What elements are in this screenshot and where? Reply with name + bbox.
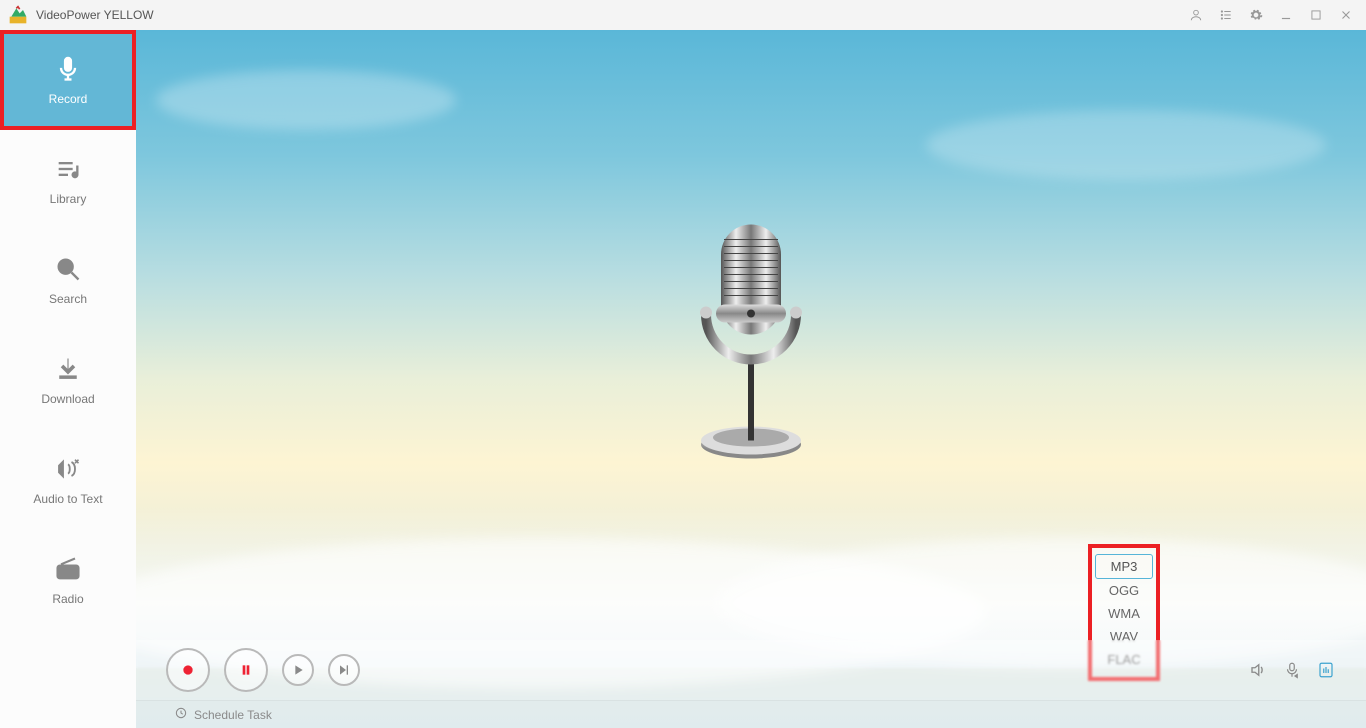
gear-icon[interactable] (1244, 3, 1268, 27)
close-icon[interactable] (1334, 3, 1358, 27)
sidebar-item-audio-to-text[interactable]: Audio to Text (0, 430, 136, 530)
microphone-illustration (666, 205, 836, 470)
account-icon[interactable] (1184, 3, 1208, 27)
radio-icon (53, 554, 83, 584)
sidebar: Record Library Search Download (0, 30, 136, 728)
minimize-icon[interactable] (1274, 3, 1298, 27)
sidebar-item-radio[interactable]: Radio (0, 530, 136, 630)
app-title: VideoPower YELLOW (36, 8, 154, 22)
control-bar (136, 640, 1366, 700)
microphone-icon (53, 54, 83, 84)
format-settings-icon[interactable] (1316, 660, 1336, 680)
format-option-mp3[interactable]: MP3 (1095, 554, 1153, 579)
audio-to-text-icon (53, 454, 83, 484)
main-panel: MP3 OGG WMA WAV FLAC (136, 30, 1366, 728)
titlebar: VideoPower YELLOW (0, 0, 1366, 30)
audio-source-icon[interactable] (1282, 660, 1302, 680)
sidebar-item-label: Download (41, 392, 94, 406)
library-icon (53, 154, 83, 184)
sidebar-item-label: Search (49, 292, 87, 306)
format-option-wma[interactable]: WMA (1095, 602, 1153, 625)
record-button[interactable] (166, 648, 210, 692)
clock-icon (174, 706, 188, 723)
list-icon[interactable] (1214, 3, 1238, 27)
download-icon (53, 354, 83, 384)
sidebar-item-label: Radio (52, 592, 83, 606)
sidebar-item-label: Library (50, 192, 87, 206)
search-icon (53, 254, 83, 284)
sidebar-item-label: Record (49, 92, 88, 106)
sidebar-item-search[interactable]: Search (0, 230, 136, 330)
pause-button[interactable] (224, 648, 268, 692)
sidebar-item-library[interactable]: Library (0, 130, 136, 230)
speaker-icon[interactable] (1248, 660, 1268, 680)
schedule-task-label: Schedule Task (194, 708, 272, 722)
format-option-ogg[interactable]: OGG (1095, 579, 1153, 602)
next-button[interactable] (328, 654, 360, 686)
app-window: VideoPower YELLOW Record (0, 0, 1366, 728)
footer: Schedule Task (136, 700, 1366, 728)
sidebar-item-record[interactable]: Record (0, 30, 136, 130)
app-logo-icon (8, 5, 28, 25)
maximize-icon[interactable] (1304, 3, 1328, 27)
sidebar-item-label: Audio to Text (33, 492, 102, 506)
play-button[interactable] (282, 654, 314, 686)
schedule-task-button[interactable]: Schedule Task (174, 706, 272, 723)
sidebar-item-download[interactable]: Download (0, 330, 136, 430)
